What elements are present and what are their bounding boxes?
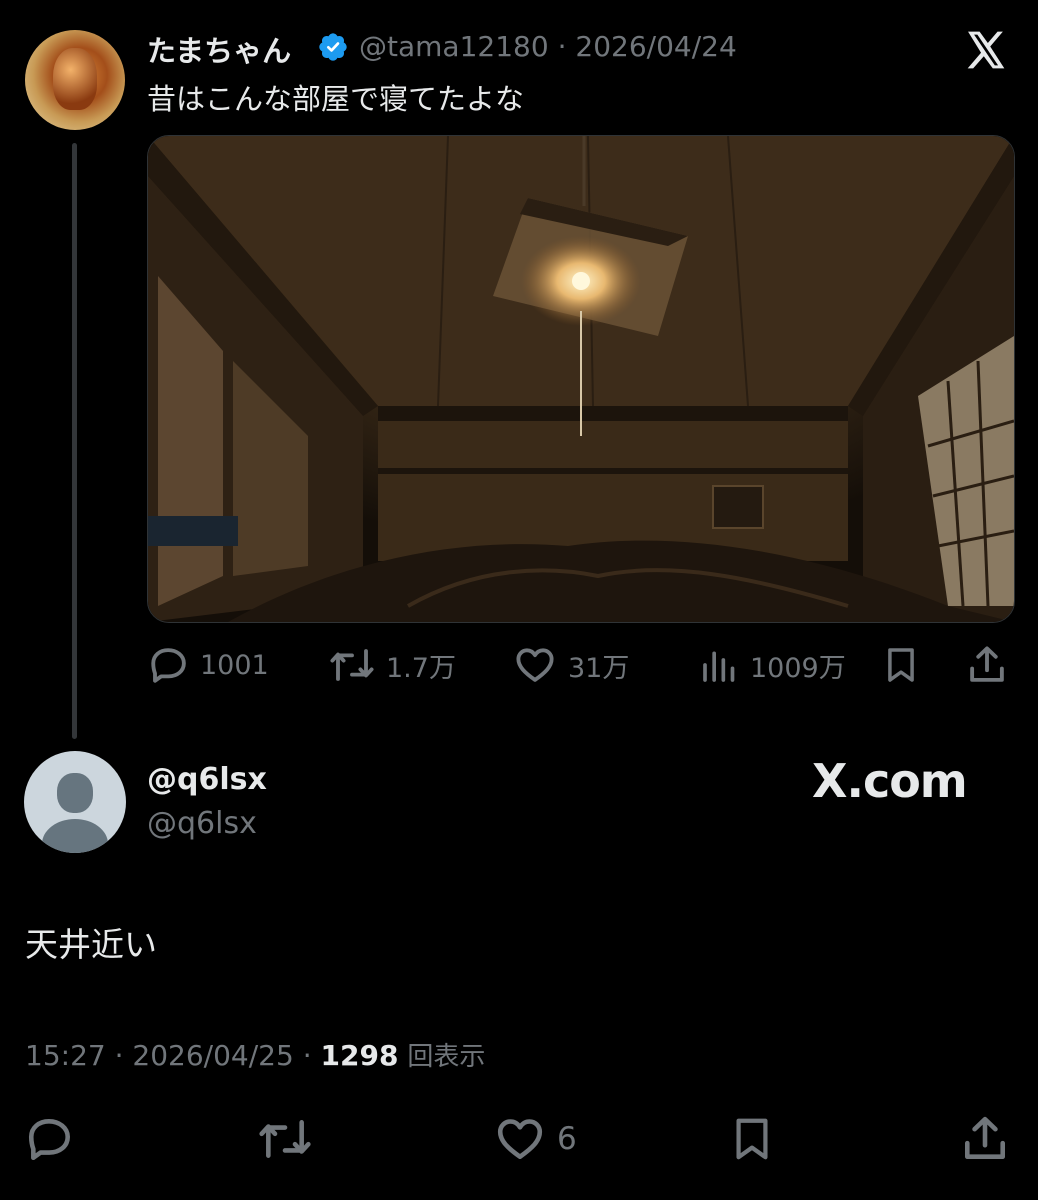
- meta-separator: ·: [557, 30, 567, 63]
- bookmark-action[interactable]: [882, 644, 920, 686]
- views-chart-icon: [703, 651, 735, 682]
- reply-count: 1001: [200, 649, 269, 681]
- reply-views-count: 1298: [320, 1039, 399, 1072]
- like-action-2[interactable]: 6: [493, 1114, 577, 1164]
- share-action[interactable]: [966, 644, 1008, 686]
- share-icon: [970, 646, 1004, 682]
- tweet-date[interactable]: 2026/04/24: [575, 30, 736, 63]
- reply-handle[interactable]: @q6lsx: [147, 806, 257, 841]
- reply-icon: [151, 648, 186, 683]
- share-icon: [965, 1116, 1005, 1159]
- like-action[interactable]: 31万: [512, 644, 629, 686]
- heart-icon: [497, 1119, 543, 1159]
- bookmark-icon: [888, 648, 914, 682]
- views-count: 1009万: [750, 652, 846, 684]
- tweet-text: 昔はこんな部屋で寝てたよな: [147, 82, 525, 116]
- handle[interactable]: @tama12180: [359, 30, 549, 63]
- avatar-head: [57, 773, 93, 813]
- tweet-meta: @tama12180 · 2026/04/24: [359, 30, 737, 63]
- reply-display-name[interactable]: @q6lsx: [147, 762, 267, 797]
- meta-separator: ·: [302, 1039, 312, 1072]
- retweet-icon: [259, 1120, 311, 1158]
- verified-badge-icon: [319, 33, 347, 61]
- retweet-icon: [330, 649, 374, 681]
- reply-date[interactable]: 2026/04/25: [132, 1039, 293, 1072]
- views-action[interactable]: 1009万: [700, 644, 846, 686]
- avatar-default[interactable]: [24, 751, 126, 853]
- avatar-figure: [53, 48, 97, 110]
- avatar-body: [42, 819, 108, 853]
- reply-action[interactable]: 1001: [148, 644, 269, 686]
- retweet-count: 1.7万: [386, 652, 456, 684]
- retweet-action-2[interactable]: [256, 1114, 314, 1164]
- reply-views-label: 回表示: [407, 1042, 486, 1072]
- reply-action-2[interactable]: [24, 1114, 76, 1164]
- display-name[interactable]: たまちゃん: [147, 28, 291, 70]
- avatar-tama[interactable]: [25, 30, 125, 130]
- share-action-2[interactable]: [960, 1114, 1010, 1164]
- bookmark-icon: [736, 1118, 768, 1160]
- heart-icon: [516, 648, 554, 682]
- reply-meta: 15:27 · 2026/04/25 · 1298 回表示: [25, 1036, 485, 1073]
- meta-separator: ·: [114, 1039, 124, 1072]
- x-logo-icon: [967, 31, 1005, 69]
- reply-time[interactable]: 15:27: [25, 1039, 106, 1072]
- tweet-photo[interactable]: [147, 135, 1015, 623]
- x-com-brand: X.com: [812, 754, 968, 808]
- tatami-room-image: [148, 136, 1014, 622]
- like-count: 31万: [568, 652, 630, 684]
- bookmark-action-2[interactable]: [729, 1114, 775, 1164]
- reply-like-count: 6: [557, 1121, 577, 1157]
- reply-text: 天井近い: [25, 925, 157, 964]
- retweet-action[interactable]: 1.7万: [328, 644, 456, 686]
- reply-icon: [28, 1119, 71, 1161]
- thread-connector-line: [72, 143, 77, 739]
